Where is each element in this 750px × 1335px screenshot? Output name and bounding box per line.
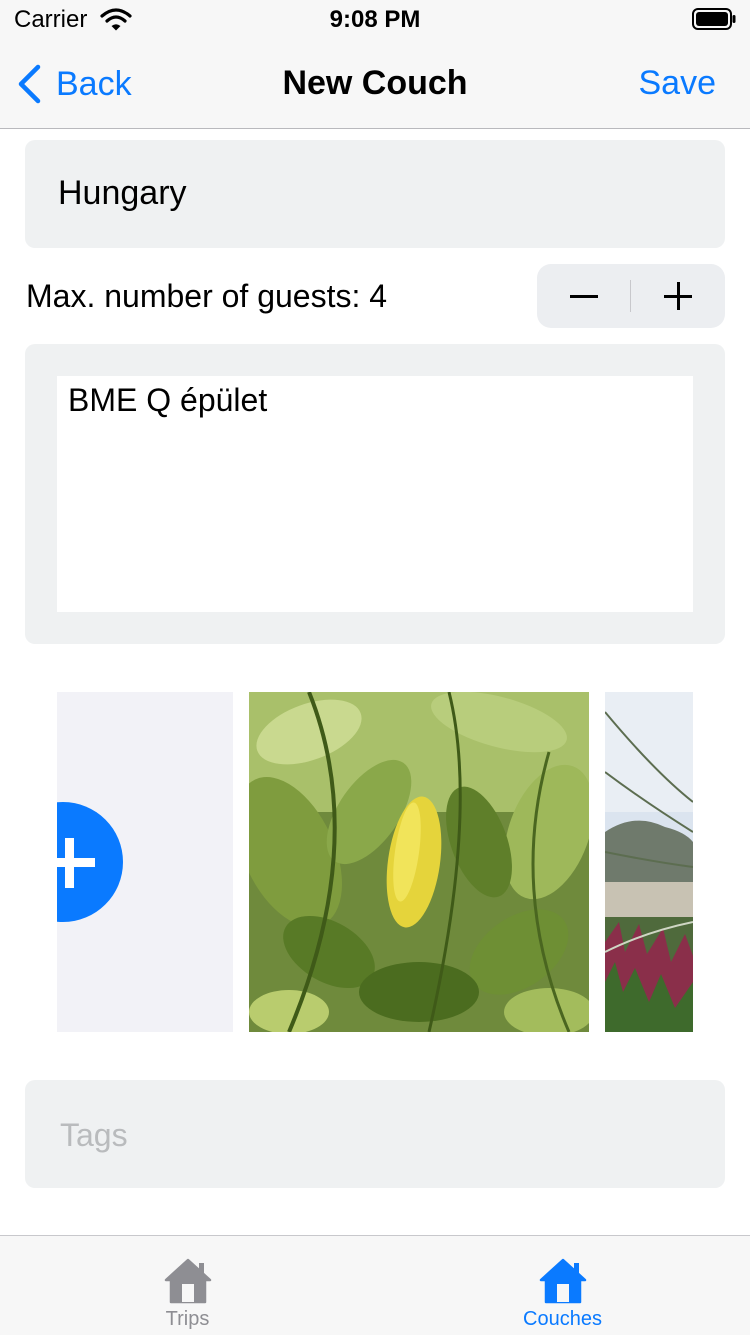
citrus-leaves-image xyxy=(249,692,589,1032)
tags-input[interactable] xyxy=(58,1080,702,1190)
house-icon xyxy=(539,1258,587,1304)
status-time: 9:08 PM xyxy=(329,6,421,33)
tab-couches[interactable]: Couches xyxy=(375,1236,750,1335)
country-value: Hungary xyxy=(58,174,187,212)
address-value: BME Q épület xyxy=(68,382,268,418)
add-photo-icon xyxy=(57,802,123,922)
tags-field xyxy=(25,1080,725,1190)
battery-icon xyxy=(692,8,736,30)
guests-stepper xyxy=(537,264,725,328)
photo-citrus-leaves[interactable] xyxy=(249,692,589,1032)
add-photo-button[interactable] xyxy=(57,692,233,1032)
address-text-area[interactable]: BME Q épület xyxy=(57,376,693,612)
grass-coast-image xyxy=(605,692,693,1032)
save-button[interactable]: Save xyxy=(639,64,717,103)
decrement-button[interactable] xyxy=(537,264,631,328)
increment-button[interactable] xyxy=(631,264,725,328)
address-container: BME Q épület xyxy=(25,344,725,644)
tab-couches-label: Couches xyxy=(523,1308,602,1330)
tab-trips[interactable]: Trips xyxy=(0,1236,375,1335)
navigation-bar: Back New Couch Save xyxy=(0,40,750,129)
tab-bar: Trips Couches xyxy=(0,1235,750,1335)
minus-icon xyxy=(570,295,598,298)
tab-trips-label: Trips xyxy=(165,1308,210,1330)
country-field[interactable]: Hungary xyxy=(25,140,725,248)
photo-grass-coast[interactable] xyxy=(605,692,693,1032)
house-icon xyxy=(164,1258,212,1304)
page-title: New Couch xyxy=(282,64,468,102)
status-bar: Carrier 9:08 PM xyxy=(0,0,750,40)
photo-gallery[interactable] xyxy=(57,692,693,1032)
max-guests-label: Max. number of guests: 4 xyxy=(26,278,388,314)
